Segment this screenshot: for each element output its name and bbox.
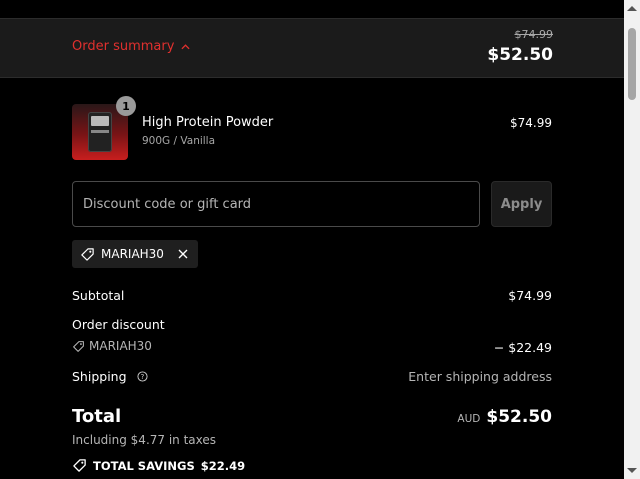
tag-icon <box>81 247 94 261</box>
order-summary-bar: Order summary $74.99 $52.50 <box>0 18 624 78</box>
applied-discount-chip: MARIAH30 <box>72 240 198 268</box>
applied-code-label: MARIAH30 <box>101 247 164 261</box>
summary-total: $52.50 <box>487 45 553 65</box>
order-discount-code-label: MARIAH30 <box>89 339 152 353</box>
taxes-note: Including $4.77 in taxes <box>72 433 217 447</box>
chevron-up-icon <box>181 43 190 49</box>
discount-code-input[interactable] <box>72 181 480 227</box>
total-savings: TOTAL SAVINGS $22.49 <box>72 458 245 473</box>
total-savings-label: TOTAL SAVINGS <box>93 458 195 473</box>
total-label: Total <box>72 406 122 427</box>
total-value: AUD $52.50 <box>457 407 552 427</box>
product-name: High Protein Powder <box>142 115 274 130</box>
total-savings-value: $22.49 <box>200 458 246 473</box>
vertical-scrollbar[interactable] <box>624 0 640 479</box>
original-total: $74.99 <box>514 28 554 41</box>
scroll-up-arrow-icon[interactable] <box>627 6 637 11</box>
currency-code: AUD <box>457 413 481 425</box>
scroll-down-arrow-icon[interactable] <box>627 468 637 473</box>
order-discount-value: − $22.49 <box>493 340 552 355</box>
product-price: $74.99 <box>510 116 552 130</box>
shipping-label: Shipping <box>72 369 127 384</box>
apply-button[interactable]: Apply <box>491 181 552 227</box>
tag-icon <box>73 459 86 472</box>
shipping-value: Enter shipping address <box>408 369 552 384</box>
scrollbar-thumb[interactable] <box>628 28 636 100</box>
question-circle-icon[interactable]: ? <box>136 371 148 382</box>
product-image <box>88 112 112 152</box>
cart-line-item: 1 High Protein Powder 900G / Vanilla $74… <box>72 96 552 162</box>
shipping-row: Shipping ? Enter shipping address <box>72 369 552 384</box>
subtotal-value: $74.99 <box>508 288 552 303</box>
order-discount-label: Order discount <box>72 317 165 332</box>
order-discount-row: Order discount <box>72 317 552 332</box>
quantity-badge: 1 <box>116 96 136 116</box>
top-strip <box>0 0 624 18</box>
close-icon[interactable] <box>176 247 190 261</box>
subtotal-label: Subtotal <box>72 288 125 303</box>
order-summary-toggle[interactable]: Order summary <box>72 39 190 54</box>
order-discount-code: MARIAH30 <box>72 339 152 353</box>
total-amount: $52.50 <box>486 407 552 427</box>
subtotal-row: Subtotal $74.99 <box>72 288 552 303</box>
order-summary-label: Order summary <box>72 39 175 54</box>
tag-icon <box>73 340 84 352</box>
product-variant: 900G / Vanilla <box>142 135 216 147</box>
svg-text:?: ? <box>140 373 144 381</box>
product-thumbnail: 1 <box>72 96 136 160</box>
